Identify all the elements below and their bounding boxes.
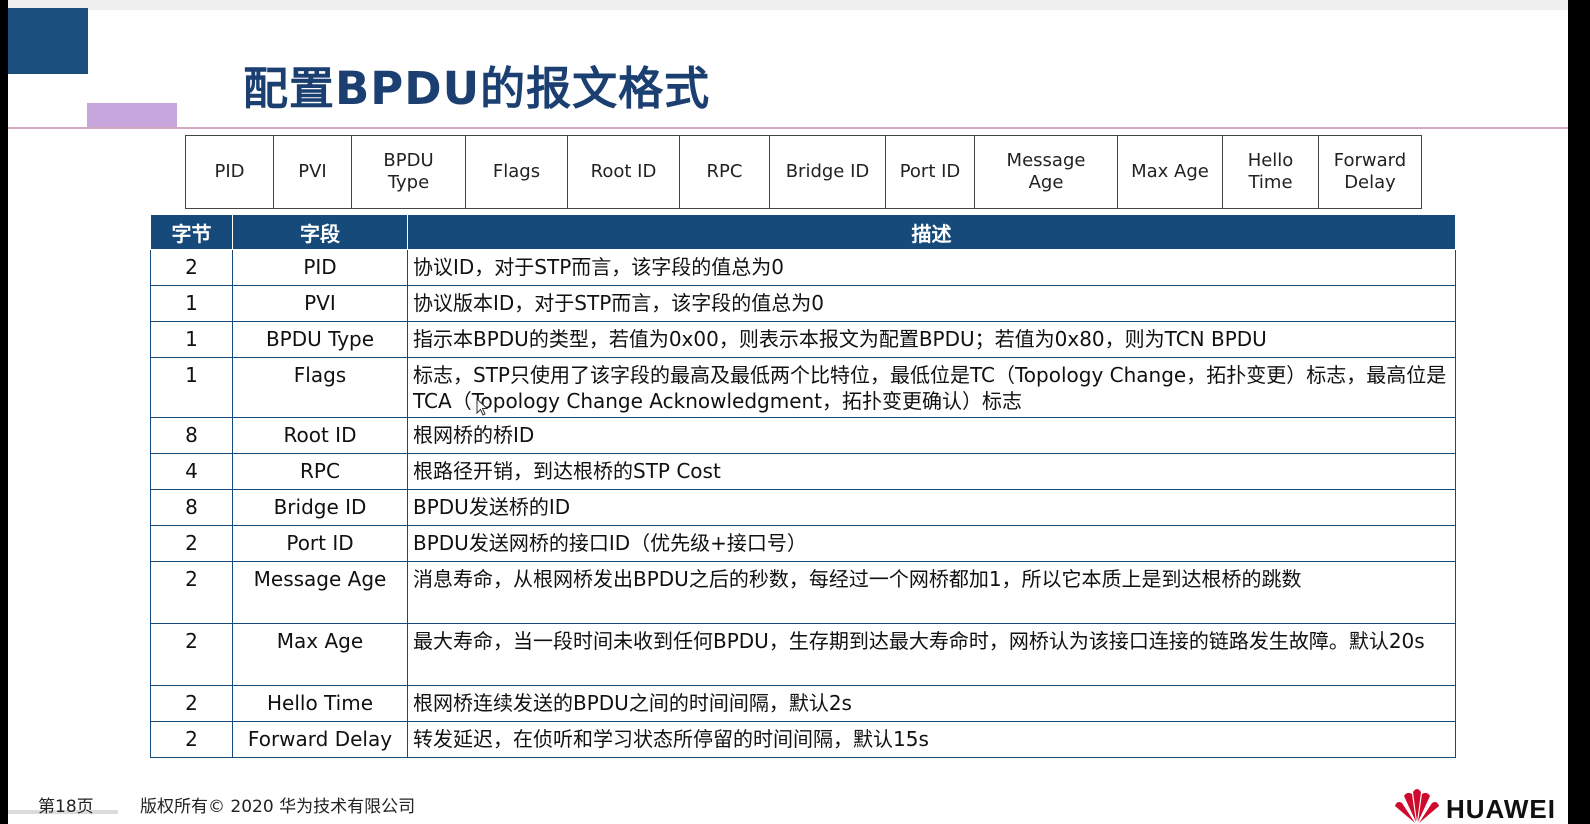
cell-field: Bridge ID xyxy=(232,489,408,526)
frame-field-rpc: RPC xyxy=(679,135,770,209)
cell-field: Root ID xyxy=(232,417,408,454)
cell-bytes: 4 xyxy=(150,453,233,490)
frame-field-forward-delay: Forward Delay xyxy=(1318,135,1422,209)
title-divider xyxy=(8,127,1568,129)
table-row: 2 Message Age 消息寿命，从根网桥发出BPDU之后的秒数，每经过一个… xyxy=(150,561,1456,624)
cell-bytes: 2 xyxy=(150,623,233,686)
cell-bytes: 2 xyxy=(150,721,233,758)
cell-description: 根网桥连续发送的BPDU之间的时间间隔，默认2s xyxy=(407,685,1456,722)
cell-description: 协议ID，对于STP而言，该字段的值总为0 xyxy=(407,249,1456,286)
table-row: 2 Port ID BPDU发送网桥的接口ID（优先级+接口号） xyxy=(150,525,1456,562)
table-row: 4 RPC 根路径开销，到达根桥的STP Cost xyxy=(150,453,1456,490)
bpdu-field-description-table: 字节 字段 描述 2 PID 协议ID，对于STP而言，该字段的值总为0 1 P… xyxy=(150,214,1456,758)
cell-description: BPDU发送网桥的接口ID（优先级+接口号） xyxy=(407,525,1456,562)
cell-bytes: 8 xyxy=(150,417,233,454)
cell-description: 转发延迟，在侦听和学习状态所停留的时间间隔，默认15s xyxy=(407,721,1456,758)
frame-field-bpdu-type: BPDU Type xyxy=(351,135,466,209)
cell-bytes: 2 xyxy=(150,561,233,624)
frame-field-bridge-id: Bridge ID xyxy=(769,135,886,209)
cell-description: 根路径开销，到达根桥的STP Cost xyxy=(407,453,1456,490)
table-row: 2 Hello Time 根网桥连续发送的BPDU之间的时间间隔，默认2s xyxy=(150,685,1456,722)
table-row: 2 PID 协议ID，对于STP而言，该字段的值总为0 xyxy=(150,249,1456,286)
cell-field: PVI xyxy=(232,285,408,322)
cell-description: 消息寿命，从根网桥发出BPDU之后的秒数，每经过一个网桥都加1，所以它本质上是到… xyxy=(407,561,1456,624)
bpdu-frame-format: PID PVI BPDU Type Flags Root ID RPC Brid… xyxy=(185,135,1422,209)
header-bytes: 字节 xyxy=(150,214,233,250)
cell-description: 标志，STP只使用了该字段的最高及最低两个比特位，最低位是TC（Topology… xyxy=(407,357,1456,418)
cell-bytes: 2 xyxy=(150,249,233,286)
cell-bytes: 2 xyxy=(150,685,233,722)
table-row: 8 Root ID 根网桥的桥ID xyxy=(150,417,1456,454)
cell-bytes: 1 xyxy=(150,285,233,322)
frame-field-pvi: PVI xyxy=(273,135,352,209)
cell-field: Hello Time xyxy=(232,685,408,722)
frame-field-flags: Flags xyxy=(465,135,568,209)
cell-description: BPDU发送桥的ID xyxy=(407,489,1456,526)
cell-field: PID xyxy=(232,249,408,286)
cell-field: Message Age xyxy=(232,561,408,624)
header-description: 描述 xyxy=(407,214,1456,250)
right-edge-strip xyxy=(1568,0,1590,824)
cell-field: BPDU Type xyxy=(232,321,408,358)
table-header-row: 字节 字段 描述 xyxy=(150,214,1456,250)
cell-description: 协议版本ID，对于STP而言，该字段的值总为0 xyxy=(407,285,1456,322)
frame-field-pid: PID xyxy=(185,135,274,209)
purple-accent-block xyxy=(87,103,177,127)
table-row: 1 PVI 协议版本ID，对于STP而言，该字段的值总为0 xyxy=(150,285,1456,322)
cell-field: Port ID xyxy=(232,525,408,562)
page-number: 第18页 xyxy=(38,797,94,817)
huawei-flower-icon xyxy=(1395,789,1439,823)
frame-field-message-age: Message Age xyxy=(974,135,1118,209)
table-row: 2 Forward Delay 转发延迟，在侦听和学习状态所停留的时间间隔，默认… xyxy=(150,721,1456,758)
cell-field: Max Age xyxy=(232,623,408,686)
cell-bytes: 1 xyxy=(150,357,233,418)
mouse-cursor-icon xyxy=(476,398,488,416)
cell-description: 根网桥的桥ID xyxy=(407,417,1456,454)
table-row: 8 Bridge ID BPDU发送桥的ID xyxy=(150,489,1456,526)
slide-title: 配置BPDU的报文格式 xyxy=(243,62,711,115)
frame-field-hello-time: Hello Time xyxy=(1222,135,1319,209)
left-edge-strip xyxy=(0,0,8,824)
cell-description: 指示本BPDU的类型，若值为0x00，则表示本报文为配置BPDU；若值为0x80… xyxy=(407,321,1456,358)
copyright-text: 版权所有© 2020 华为技术有限公司 xyxy=(140,797,416,817)
table-row: 1 BPDU Type 指示本BPDU的类型，若值为0x00，则表示本报文为配置… xyxy=(150,321,1456,358)
table-row: 2 Max Age 最大寿命，当一段时间未收到任何BPDU，生存期到达最大寿命时… xyxy=(150,623,1456,686)
top-band xyxy=(8,0,1568,10)
cell-field: Flags xyxy=(232,357,408,418)
cell-bytes: 1 xyxy=(150,321,233,358)
logo-wordmark: HUAWEI xyxy=(1446,794,1556,824)
frame-field-max-age: Max Age xyxy=(1117,135,1223,209)
header-field: 字段 xyxy=(232,214,408,250)
table-row: 1 Flags 标志，STP只使用了该字段的最高及最低两个比特位，最低位是TC（… xyxy=(150,357,1456,418)
blue-accent-block xyxy=(8,8,88,74)
cell-field: Forward Delay xyxy=(232,721,408,758)
huawei-logo: HUAWEI xyxy=(1392,784,1564,824)
frame-field-port-id: Port ID xyxy=(885,135,975,209)
cell-bytes: 8 xyxy=(150,489,233,526)
cell-field: RPC xyxy=(232,453,408,490)
cell-description: 最大寿命，当一段时间未收到任何BPDU，生存期到达最大寿命时，网桥认为该接口连接… xyxy=(407,623,1456,686)
frame-field-root-id: Root ID xyxy=(567,135,680,209)
cell-bytes: 2 xyxy=(150,525,233,562)
